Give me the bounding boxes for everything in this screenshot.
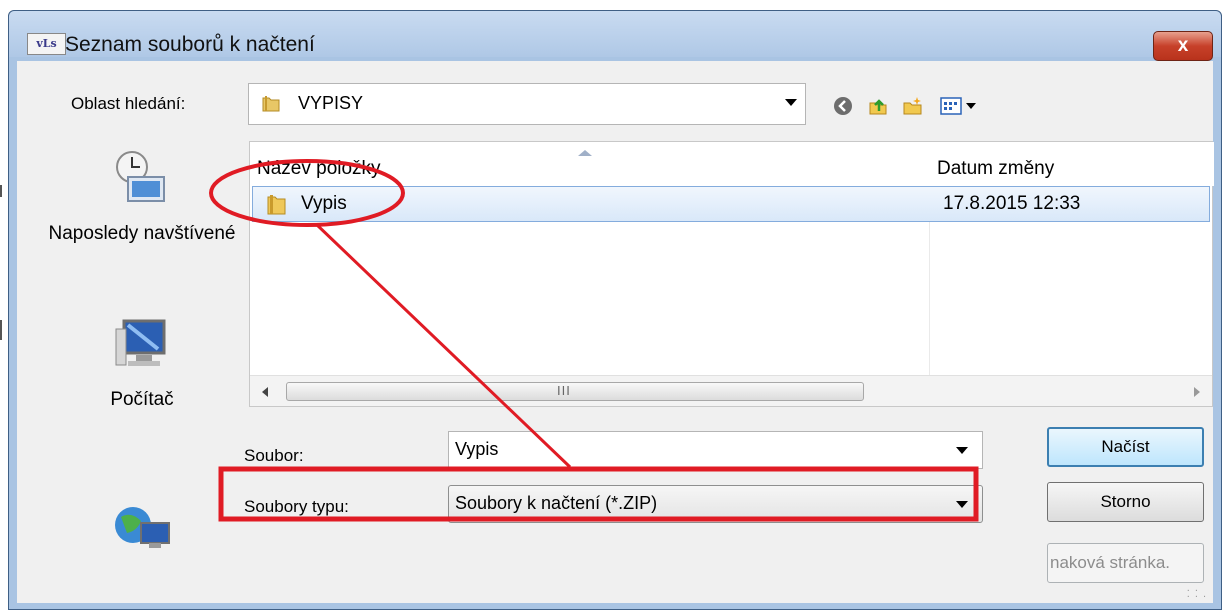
annotation-ellipse [209, 159, 405, 227]
background-mark [0, 320, 2, 340]
background-mark [0, 185, 2, 197]
annotation-line [314, 222, 572, 469]
annotation-box [218, 466, 979, 522]
annotation-overlay [209, 159, 979, 522]
